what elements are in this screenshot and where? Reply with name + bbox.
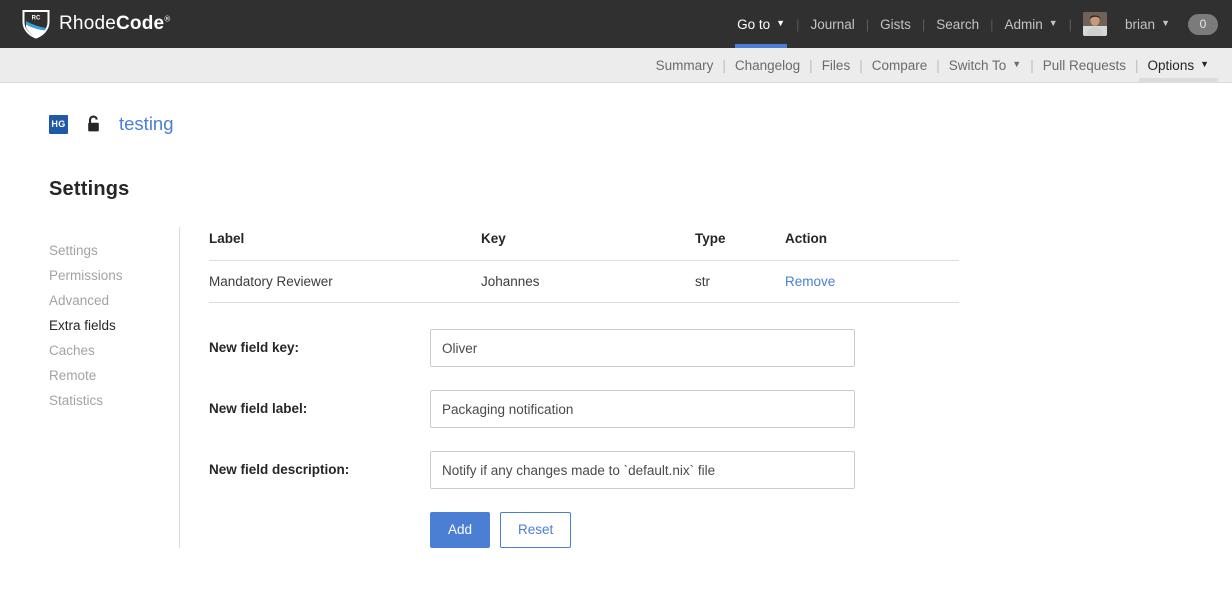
repo-navigation: Summary | Changelog | Files | Compare | … xyxy=(0,48,1232,83)
form-row-new-field-description: New field description: xyxy=(209,451,1232,489)
top-navigation: Go to ▼ | Journal | Gists | Search | Adm… xyxy=(727,0,1218,48)
nav-separator: | xyxy=(1068,17,1073,32)
cell-key: Johannes xyxy=(481,261,695,303)
sidebar-item-advanced[interactable]: Advanced xyxy=(49,288,179,313)
new-field-label-label: New field label: xyxy=(209,390,430,416)
top-nav-item-goto[interactable]: Go to ▼ xyxy=(727,0,795,48)
top-nav-label: Admin xyxy=(1004,17,1042,32)
form-actions: Add Reset xyxy=(209,512,1232,548)
top-nav-item-admin[interactable]: Admin ▼ xyxy=(994,0,1067,48)
settings-layout: Settings Permissions Advanced Extra fiel… xyxy=(49,227,1232,548)
repo-nav-item-summary[interactable]: Summary xyxy=(647,48,723,82)
unlock-icon xyxy=(86,115,101,133)
cell-label: Mandatory Reviewer xyxy=(209,261,481,303)
repo-nav-label: Options xyxy=(1148,58,1195,73)
chevron-down-icon: ▼ xyxy=(776,19,785,28)
cell-action: Remove xyxy=(785,261,959,303)
column-header-label: Label xyxy=(209,231,481,261)
repo-nav-label: Switch To xyxy=(949,58,1007,73)
top-nav-label: Search xyxy=(936,17,979,32)
brand-name: RhodeCode® xyxy=(59,13,170,35)
sidebar-item-extra-fields[interactable]: Extra fields xyxy=(49,313,179,338)
repo-nav-item-changelog[interactable]: Changelog xyxy=(726,48,809,82)
avatar[interactable] xyxy=(1083,12,1107,36)
new-field-description-input[interactable] xyxy=(430,451,855,489)
sidebar-item-permissions[interactable]: Permissions xyxy=(49,263,179,288)
form-row-new-field-key: New field key: xyxy=(209,329,1232,367)
new-field-description-label: New field description: xyxy=(209,451,430,477)
notification-count-badge[interactable]: 0 xyxy=(1188,14,1218,35)
username-label: brian xyxy=(1125,17,1155,32)
column-header-type: Type xyxy=(695,231,785,261)
brand-logo-link[interactable]: RC RhodeCode® xyxy=(22,9,170,39)
repo-nav-label: Pull Requests xyxy=(1043,58,1126,73)
extra-fields-table: Label Key Type Action Mandatory Reviewer… xyxy=(209,231,959,303)
top-nav-item-user[interactable]: brian ▼ xyxy=(1115,0,1180,48)
active-indicator xyxy=(1139,78,1218,82)
page-body: HG testing Settings Settings Permissions… xyxy=(0,83,1232,548)
new-field-form: New field key: New field label: New fiel… xyxy=(209,329,1232,548)
add-button[interactable]: Add xyxy=(430,512,490,548)
sidebar-item-caches[interactable]: Caches xyxy=(49,338,179,363)
repo-nav-item-pull-requests[interactable]: Pull Requests xyxy=(1034,48,1135,82)
sidebar-item-statistics[interactable]: Statistics xyxy=(49,388,179,413)
sidebar-item-remote[interactable]: Remote xyxy=(49,363,179,388)
top-nav-item-search[interactable]: Search xyxy=(926,0,989,48)
top-nav-label: Go to xyxy=(737,17,770,32)
repo-nav-item-compare[interactable]: Compare xyxy=(863,48,937,82)
column-header-action: Action xyxy=(785,231,959,261)
mercurial-badge-icon: HG xyxy=(49,115,68,134)
repo-nav-label: Changelog xyxy=(735,58,800,73)
top-nav-label: Gists xyxy=(880,17,911,32)
form-row-new-field-label: New field label: xyxy=(209,390,1232,428)
sidebar-item-settings[interactable]: Settings xyxy=(49,238,179,263)
top-header: RC RhodeCode® Go to ▼ | Journal | Gists … xyxy=(0,0,1232,48)
top-nav-label: Journal xyxy=(810,17,854,32)
settings-sidebar: Settings Permissions Advanced Extra fiel… xyxy=(49,227,180,548)
repo-nav-label: Files xyxy=(822,58,851,73)
chevron-down-icon: ▼ xyxy=(1200,60,1209,69)
new-field-key-label: New field key: xyxy=(209,329,430,355)
repo-nav-item-options[interactable]: Options ▼ xyxy=(1139,48,1218,82)
settings-content: Label Key Type Action Mandatory Reviewer… xyxy=(180,227,1232,548)
new-field-key-input[interactable] xyxy=(430,329,855,367)
new-field-label-input[interactable] xyxy=(430,390,855,428)
chevron-down-icon: ▼ xyxy=(1049,19,1058,28)
repo-nav-item-files[interactable]: Files xyxy=(813,48,860,82)
repo-nav-item-switch-to[interactable]: Switch To ▼ xyxy=(940,48,1030,82)
reset-button[interactable]: Reset xyxy=(500,512,571,548)
page-title: Settings xyxy=(49,178,1232,201)
repo-nav-label: Summary xyxy=(656,58,714,73)
repo-header: HG testing xyxy=(49,83,1232,135)
table-header-row: Label Key Type Action xyxy=(209,231,959,261)
svg-text:RC: RC xyxy=(32,16,41,22)
remove-field-link[interactable]: Remove xyxy=(785,274,835,289)
repo-name-link[interactable]: testing xyxy=(119,113,174,135)
top-nav-item-gists[interactable]: Gists xyxy=(870,0,921,48)
rhodecode-logo-icon: RC xyxy=(22,9,50,39)
chevron-down-icon: ▼ xyxy=(1012,60,1021,69)
table-row: Mandatory Reviewer Johannes str Remove xyxy=(209,261,959,303)
chevron-down-icon: ▼ xyxy=(1161,19,1170,28)
cell-type: str xyxy=(695,261,785,303)
column-header-key: Key xyxy=(481,231,695,261)
repo-nav-label: Compare xyxy=(872,58,928,73)
top-nav-item-journal[interactable]: Journal xyxy=(800,0,864,48)
